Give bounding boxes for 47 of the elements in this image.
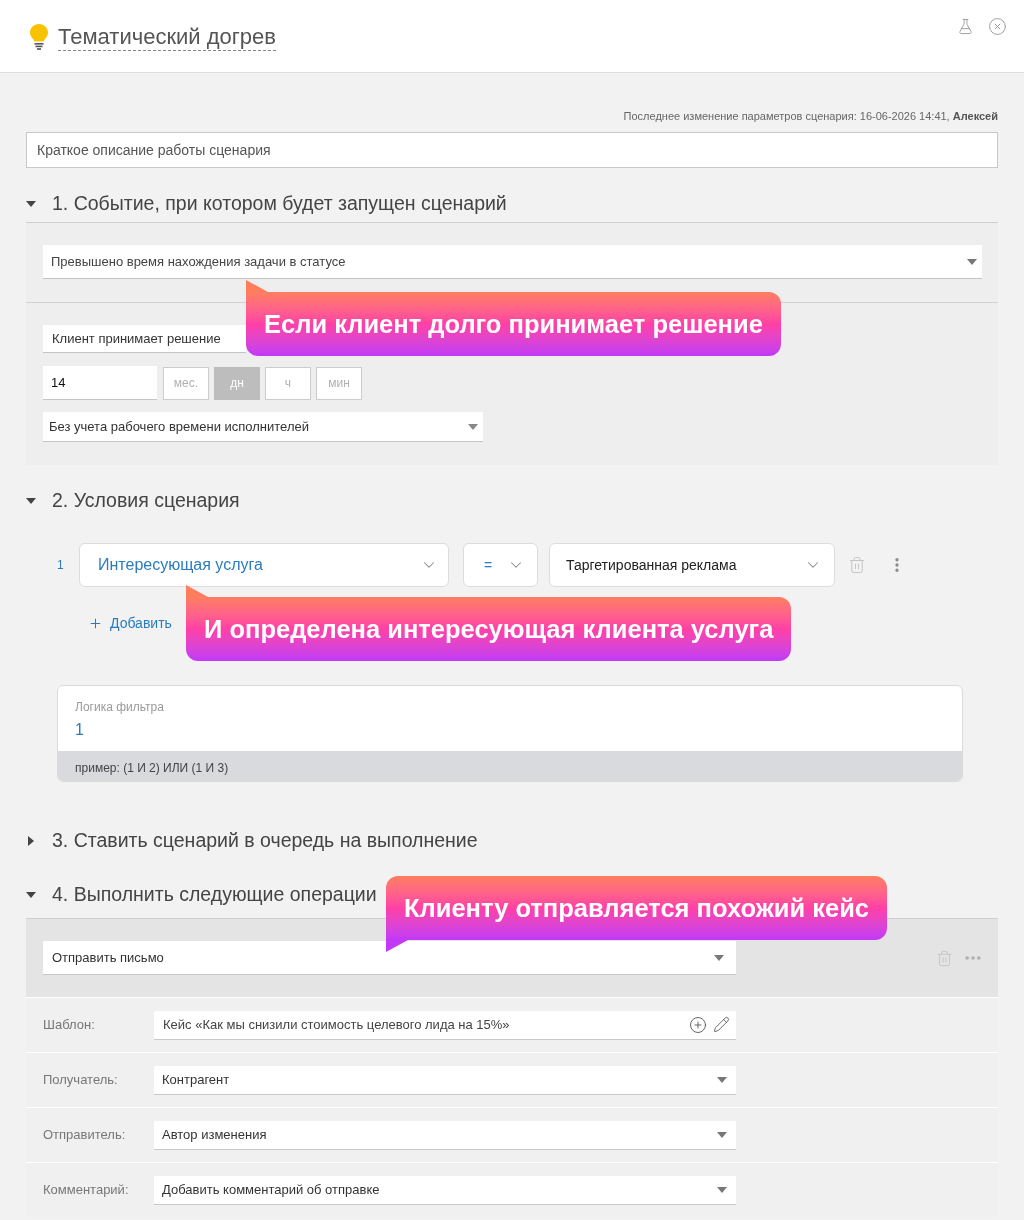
section-toggle[interactable]: 1. Событие, при котором будет запущен сценарий [26, 186, 507, 222]
add-condition-button[interactable]: Добавить [88, 610, 172, 636]
condition-field-select[interactable]: Интересующая услуга [79, 543, 449, 587]
dropdown-field[interactable]: Добавить комментарий об отправке [154, 1175, 736, 1205]
close-icon[interactable] [988, 17, 1007, 36]
scenario-title[interactable]: Тематический догрев [58, 24, 276, 51]
template-field[interactable]: Кейс «Как мы снизили стоимость целевого лида на 15%» [154, 1010, 736, 1040]
filter-logic-label: Логика фильтра [75, 699, 164, 715]
caret-down-icon [468, 423, 478, 430]
section-toggle[interactable]: 4. Выполнить следующие операции [26, 877, 377, 913]
trash-icon[interactable] [848, 556, 866, 574]
caret-down-icon [717, 1186, 727, 1193]
plus-icon [88, 615, 103, 631]
schedule-select[interactable]: Без учета рабочего времени исполнителей [43, 412, 483, 442]
caret-down-icon [967, 258, 977, 265]
dropdown-field[interactable]: Автор изменения [154, 1120, 736, 1150]
callout-pointer [386, 940, 408, 952]
lightbulb-icon [30, 24, 48, 50]
condition-value-select[interactable]: Таргетированная реклама [549, 543, 835, 587]
callout: Если клиент долго принимает решение [246, 292, 781, 356]
field-label: Получатель: [43, 1071, 119, 1090]
section-toggle[interactable]: 3. Ставить сценарий в очередь на выполнение [26, 823, 478, 859]
status-select[interactable]: Клиент принимает решение [43, 325, 246, 353]
operation-select[interactable]: Отправить письмо [43, 941, 736, 975]
field-label: Шаблон: [43, 1016, 96, 1035]
callout: Клиенту отправляется похожий кейс [386, 876, 887, 940]
filter-example-hint: пример: (1 И 2) ИЛИ (1 И 3) [58, 751, 962, 781]
field-label: Комментарий: [43, 1181, 130, 1200]
caret-down-icon [717, 1076, 727, 1083]
filter-logic-input[interactable]: 1 [75, 718, 945, 742]
last-modified-text: Последнее изменение параметров сценария: 16-06-2026 14:41, Алексей [623, 109, 998, 123]
caret-down-icon [714, 954, 724, 961]
callout-pointer [246, 280, 268, 292]
description-field[interactable]: Краткое описание работы сценария [26, 132, 998, 168]
dropdown-field[interactable]: Контрагент [154, 1065, 736, 1095]
duration-input[interactable]: 14 [43, 366, 157, 400]
callout: И определена интересующая клиента услуга [186, 597, 792, 661]
field-label: Отправитель: [43, 1126, 127, 1145]
section-toggle[interactable]: 2. Условия сценария [26, 483, 240, 519]
flask-icon[interactable] [957, 18, 974, 35]
add-circle-icon[interactable] [689, 1015, 707, 1034]
callout-pointer [186, 585, 208, 597]
event-select[interactable]: Превышено время нахождения задачи в статусе [43, 245, 982, 279]
pencil-icon[interactable] [713, 1016, 730, 1033]
caret-down-icon [717, 1131, 727, 1138]
condition-number: 1 [57, 557, 65, 574]
operator-select[interactable]: = [463, 543, 538, 587]
